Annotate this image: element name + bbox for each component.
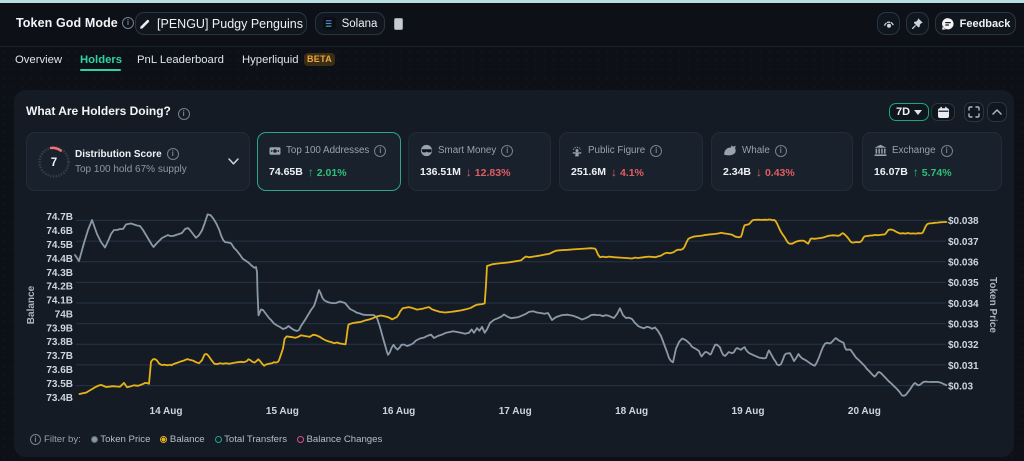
svg-text:$0.033: $0.033 [948, 319, 979, 330]
svg-text:Token Price: Token Price [987, 277, 998, 333]
svg-text:73.4B: 73.4B [46, 393, 73, 404]
svg-text:73.7B: 73.7B [46, 351, 73, 362]
svg-text:73.5B: 73.5B [46, 379, 73, 390]
svg-text:17 Aug: 17 Aug [499, 406, 532, 417]
svg-text:73.9B: 73.9B [46, 323, 73, 334]
svg-text:74.3B: 74.3B [46, 268, 73, 279]
svg-text:74.2B: 74.2B [46, 282, 73, 293]
svg-text:$0.037: $0.037 [948, 237, 979, 248]
svg-text:74.5B: 74.5B [46, 240, 73, 251]
svg-text:73.8B: 73.8B [46, 337, 73, 348]
svg-text:$0.036: $0.036 [948, 258, 979, 269]
svg-text:Balance: Balance [26, 285, 37, 324]
svg-text:15 Aug: 15 Aug [266, 406, 299, 417]
svg-text:74.1B: 74.1B [46, 296, 73, 307]
svg-text:$0.038: $0.038 [948, 216, 979, 227]
svg-text:16 Aug: 16 Aug [382, 406, 415, 417]
svg-text:74.4B: 74.4B [46, 254, 73, 265]
svg-text:$0.035: $0.035 [948, 278, 979, 289]
svg-text:74.6B: 74.6B [46, 226, 73, 237]
svg-text:74B: 74B [55, 309, 73, 320]
svg-text:74.7B: 74.7B [46, 212, 73, 223]
svg-text:14 Aug: 14 Aug [150, 406, 183, 417]
svg-text:$0.03: $0.03 [948, 381, 973, 392]
svg-text:73.6B: 73.6B [46, 365, 73, 376]
svg-text:18 Aug: 18 Aug [615, 406, 648, 417]
svg-text:$0.034: $0.034 [948, 299, 979, 310]
svg-text:19 Aug: 19 Aug [732, 406, 765, 417]
svg-text:$0.032: $0.032 [948, 340, 979, 351]
svg-text:$0.031: $0.031 [948, 361, 979, 372]
svg-text:20 Aug: 20 Aug [848, 406, 881, 417]
